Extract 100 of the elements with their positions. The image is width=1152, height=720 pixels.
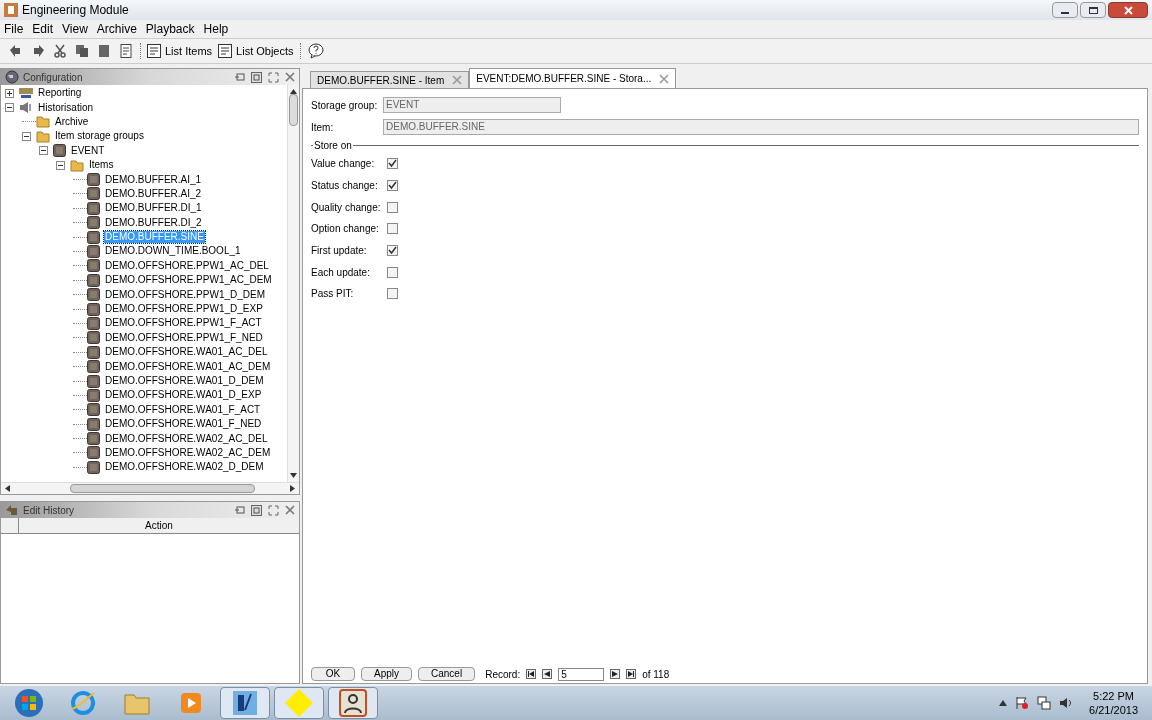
menu-item[interactable]: Archive	[96, 20, 137, 38]
clock-date[interactable]: 6/21/2013	[1089, 703, 1138, 717]
tree-item[interactable]: Historisation	[37, 101, 95, 114]
tree-item[interactable]: DEMO.OFFSHORE.WA01_AC_DEL	[104, 346, 269, 359]
collapse-toggle[interactable]	[5, 103, 14, 113]
collapse-toggle[interactable]	[22, 131, 31, 141]
maximize-icon[interactable]	[268, 71, 279, 83]
field-label: Storage group:	[311, 98, 379, 113]
first-record-button[interactable]	[526, 669, 537, 679]
menu-item[interactable]: Edit	[32, 20, 54, 38]
restore-icon[interactable]	[251, 504, 262, 516]
storage-group-field[interactable]: EVENT	[383, 97, 561, 113]
toolbar-button[interactable]: List Objects	[218, 42, 294, 60]
start-icon[interactable]	[14, 688, 44, 718]
tree-item[interactable]: DEMO.OFFSHORE.PPW1_D_EXP	[104, 303, 264, 316]
item-icon	[87, 245, 100, 258]
minimize-button[interactable]	[1052, 2, 1078, 18]
tree-item[interactable]: DEMO.BUFFER.DI_2	[104, 216, 203, 229]
clock-time[interactable]: 5:22 PM	[1093, 689, 1134, 703]
flag-icon[interactable]	[1015, 696, 1030, 710]
up-arrow-icon[interactable]	[999, 700, 1008, 706]
record-field[interactable]: 5	[558, 667, 605, 681]
menu-item[interactable]: Playback	[145, 20, 195, 38]
tree-item[interactable]: DEMO.OFFSHORE.WA01_D_EXP	[104, 389, 263, 402]
collapse-toggle[interactable]	[39, 146, 48, 156]
restore-icon[interactable]	[251, 71, 262, 83]
next-record-button[interactable]	[610, 669, 621, 679]
folder-icon	[36, 115, 50, 129]
tree-item[interactable]: EVENT	[70, 144, 106, 157]
checkbox[interactable]	[387, 180, 398, 192]
close-icon[interactable]	[285, 72, 295, 82]
scroll-thumb[interactable]	[70, 484, 255, 493]
checkbox[interactable]	[387, 266, 398, 278]
expand-toggle[interactable]	[5, 88, 14, 98]
taskbar-button[interactable]	[328, 687, 378, 719]
scissors-icon[interactable]	[52, 43, 68, 59]
close-icon[interactable]	[285, 505, 295, 515]
checkbox[interactable]	[387, 223, 398, 235]
down-arrow-icon[interactable]	[290, 473, 297, 478]
tree-item[interactable]: Reporting	[37, 87, 83, 100]
scroll-thumb[interactable]	[289, 94, 298, 126]
dialog-button[interactable]: Apply	[361, 667, 412, 681]
tree-item[interactable]: DEMO.OFFSHORE.WA02_D_DEM	[104, 461, 265, 474]
document-icon[interactable]	[118, 43, 134, 59]
close-button[interactable]	[1108, 2, 1148, 18]
tree-item[interactable]: DEMO.OFFSHORE.PPW1_AC_DEM	[104, 274, 273, 287]
item-icon	[87, 201, 100, 215]
menu-item[interactable]: View	[62, 20, 88, 38]
tree-item[interactable]: DEMO.OFFSHORE.WA01_D_DEM	[104, 375, 265, 387]
app-icon	[4, 3, 18, 17]
toolbar-button[interactable]: List Items	[147, 42, 213, 60]
tree-item[interactable]: DEMO.OFFSHORE.PPW1_F_ACT	[104, 317, 263, 330]
minimize-icon[interactable]	[235, 72, 245, 82]
menu-item[interactable]: File	[4, 20, 24, 38]
left-arrow-icon[interactable]	[5, 485, 10, 492]
checkbox[interactable]	[387, 245, 398, 257]
help-icon[interactable]	[306, 43, 325, 59]
dialog-button[interactable]: Cancel	[418, 667, 476, 681]
person-icon[interactable]	[339, 689, 367, 717]
tree-item[interactable]: DEMO.OFFSHORE.WA01_AC_DEM	[104, 360, 272, 373]
speaker-icon[interactable]	[1059, 696, 1074, 710]
right-arrow-icon[interactable]	[290, 485, 295, 492]
close-icon[interactable]	[659, 73, 670, 84]
checkbox[interactable]	[387, 201, 398, 213]
previous-record-button[interactable]	[542, 669, 553, 679]
last-record-button[interactable]	[626, 669, 637, 679]
checkbox[interactable]	[387, 158, 398, 170]
tree-item[interactable]: DEMO.OFFSHORE.PPW1_D_DEM	[104, 288, 267, 301]
tree-item[interactable]: DEMO.OFFSHORE.WA02_AC_DEL	[104, 432, 269, 445]
dialog-button[interactable]: OK	[311, 667, 355, 681]
tab[interactable]: EVENT:DEMO.BUFFER.SINE - Stora...	[469, 68, 677, 88]
tree-item[interactable]: DEMO.OFFSHORE.WA02_AC_DEM	[104, 446, 272, 459]
tree-item[interactable]: DEMO.OFFSHORE.WA01_F_ACT	[104, 403, 262, 416]
tree-item[interactable]: Archive	[54, 115, 90, 128]
network-icon[interactable]	[1037, 696, 1052, 710]
tree-item[interactable]: Items	[88, 159, 115, 172]
checkbox[interactable]	[387, 288, 398, 300]
tree-item[interactable]: DEMO.OFFSHORE.PPW1_F_NED	[104, 331, 264, 344]
maximize-button[interactable]	[1080, 2, 1106, 18]
menu-item[interactable]: Help	[203, 20, 229, 38]
minimize-icon[interactable]	[235, 505, 245, 515]
vertical-scrollbar[interactable]	[287, 85, 299, 482]
tree-item[interactable]: DEMO.BUFFER.AI_1	[104, 173, 203, 186]
tree-item[interactable]: DEMO.OFFSHORE.WA01_F_NED	[104, 418, 263, 431]
tab[interactable]: DEMO.BUFFER.SINE - Item	[310, 71, 470, 88]
item-field[interactable]: DEMO.BUFFER.SINE	[383, 119, 1139, 135]
checkbox-label: Status change:	[311, 179, 379, 194]
taskbar-button[interactable]	[220, 687, 270, 719]
up-arrow-icon[interactable]	[290, 89, 297, 94]
copy-icon[interactable]	[74, 43, 90, 59]
tree-item[interactable]: DEMO.OFFSHORE.PPW1_AC_DEL	[104, 259, 270, 272]
tree-item[interactable]: Item storage groups	[54, 130, 145, 143]
tree-item[interactable]: DEMO.DOWN_TIME.BOOL_1	[104, 245, 242, 258]
tree-item[interactable]: DEMO.BUFFER.DI_1	[104, 202, 203, 215]
paste-icon[interactable]	[96, 43, 112, 59]
horizontal-scrollbar[interactable]	[1, 482, 299, 494]
maximize-icon[interactable]	[268, 504, 279, 516]
module-icon[interactable]	[232, 690, 258, 716]
collapse-toggle[interactable]	[56, 160, 65, 170]
tree-item[interactable]: DEMO.BUFFER.AI_2	[104, 187, 203, 200]
